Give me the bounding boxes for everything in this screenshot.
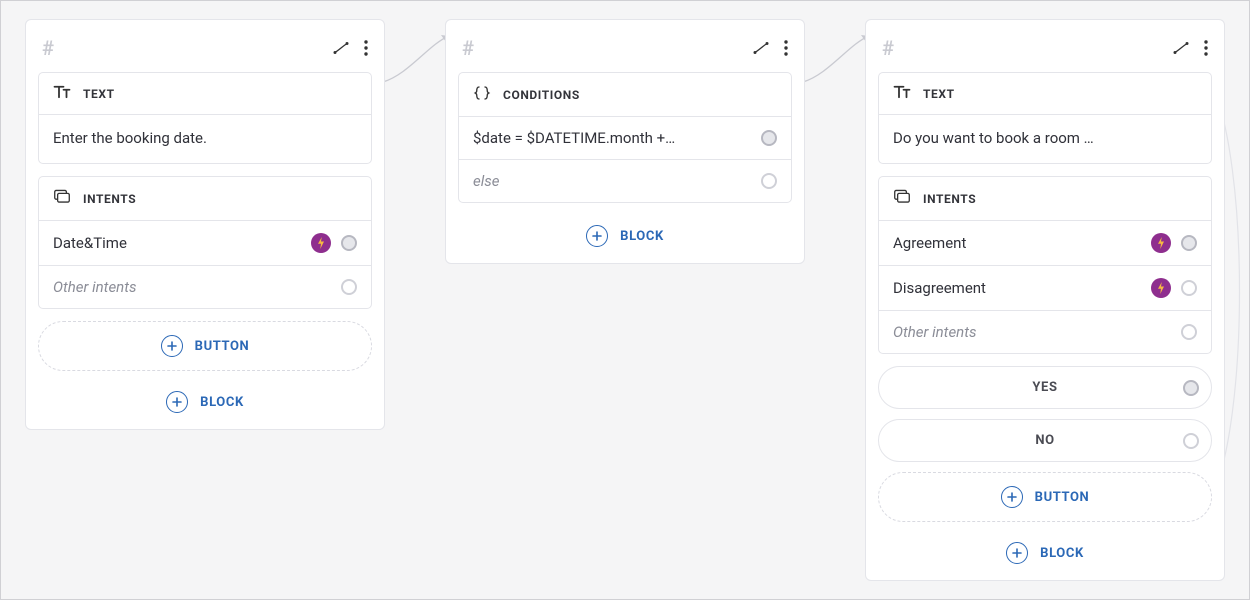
bolt-icon: [1151, 278, 1171, 298]
hash-icon: #: [42, 36, 54, 60]
add-block-label: Block: [1040, 546, 1084, 561]
braces-icon: [473, 85, 491, 104]
hash-icon: #: [882, 36, 894, 60]
more-icon[interactable]: [364, 40, 368, 56]
intent-row[interactable]: Agreement: [879, 221, 1211, 266]
connect-icon[interactable]: [1172, 39, 1190, 57]
condition-label: $date = $DATETIME.month +…: [473, 129, 675, 147]
more-icon[interactable]: [1204, 40, 1208, 56]
text-section[interactable]: Text Enter the booking date.: [38, 72, 372, 164]
output-port[interactable]: [761, 130, 777, 146]
condition-row[interactable]: $date = $DATETIME.month +…: [459, 117, 791, 160]
output-port[interactable]: [761, 173, 777, 189]
output-port[interactable]: [341, 235, 357, 251]
reply-label: Yes: [1032, 380, 1057, 395]
reply-label: No: [1035, 433, 1054, 448]
text-section[interactable]: Text Do you want to book a room …: [878, 72, 1212, 164]
intents-icon: [53, 189, 71, 208]
more-icon[interactable]: [784, 40, 788, 56]
intents-section[interactable]: Intents Agreement Disagreement Other int…: [878, 176, 1212, 354]
add-button-label: Button: [1035, 490, 1090, 505]
flow-card[interactable]: # Text Enter the booking date.: [25, 19, 385, 430]
intent-row[interactable]: Date&Time: [39, 221, 371, 266]
card-header: #: [458, 32, 792, 72]
condition-label: else: [473, 172, 499, 190]
section-label: Text: [83, 87, 115, 101]
connect-icon[interactable]: [752, 39, 770, 57]
add-button-pill[interactable]: Button: [878, 472, 1212, 522]
add-button-label: Button: [195, 339, 250, 354]
intent-label: Other intents: [53, 278, 136, 296]
section-label: Text: [923, 87, 955, 101]
flow-card[interactable]: # Text Do you want to book a room …: [865, 19, 1225, 581]
connect-icon[interactable]: [332, 39, 350, 57]
output-port[interactable]: [1181, 235, 1197, 251]
conditions-section[interactable]: Conditions $date = $DATETIME.month +… el…: [458, 72, 792, 203]
add-block-label: Block: [620, 229, 664, 244]
text-body[interactable]: Do you want to book a room …: [879, 115, 1211, 163]
text-icon: [893, 85, 911, 102]
section-label: Intents: [83, 192, 136, 206]
plus-icon: [586, 225, 608, 247]
add-block-button[interactable]: Block: [458, 215, 792, 251]
output-port[interactable]: [1183, 433, 1199, 449]
bolt-icon: [311, 233, 331, 253]
intents-icon: [893, 189, 911, 208]
add-button-pill[interactable]: Button: [38, 321, 372, 371]
card-header: #: [38, 32, 372, 72]
intent-label: Other intents: [893, 323, 976, 341]
intent-label: Disagreement: [893, 279, 986, 297]
add-block-label: Block: [200, 395, 244, 410]
section-label: Intents: [923, 192, 976, 206]
hash-icon: #: [462, 36, 474, 60]
text-body[interactable]: Enter the booking date.: [39, 115, 371, 163]
intent-row[interactable]: Other intents: [879, 311, 1211, 353]
condition-row[interactable]: else: [459, 160, 791, 202]
bolt-icon: [1151, 233, 1171, 253]
plus-icon: [161, 335, 183, 357]
output-port[interactable]: [1183, 380, 1199, 396]
intent-row[interactable]: Other intents: [39, 266, 371, 308]
text-icon: [53, 85, 71, 102]
plus-icon: [1001, 486, 1023, 508]
reply-button[interactable]: No: [878, 419, 1212, 462]
intent-label: Agreement: [893, 234, 966, 252]
flow-card[interactable]: # Conditions $date = $DATETIME.month +…: [445, 19, 805, 264]
section-label: Conditions: [503, 88, 580, 102]
intents-section[interactable]: Intents Date&Time Other intents: [38, 176, 372, 309]
intent-row[interactable]: Disagreement: [879, 266, 1211, 311]
plus-icon: [1006, 542, 1028, 564]
card-header: #: [878, 32, 1212, 72]
output-port[interactable]: [1181, 324, 1197, 340]
reply-button[interactable]: Yes: [878, 366, 1212, 409]
add-block-button[interactable]: Block: [38, 381, 372, 417]
flow-canvas[interactable]: # Text Enter the booking date.: [1, 1, 1249, 599]
output-port[interactable]: [1181, 280, 1197, 296]
add-block-button[interactable]: Block: [878, 532, 1212, 568]
output-port[interactable]: [341, 279, 357, 295]
intent-label: Date&Time: [53, 234, 127, 252]
plus-icon: [166, 391, 188, 413]
